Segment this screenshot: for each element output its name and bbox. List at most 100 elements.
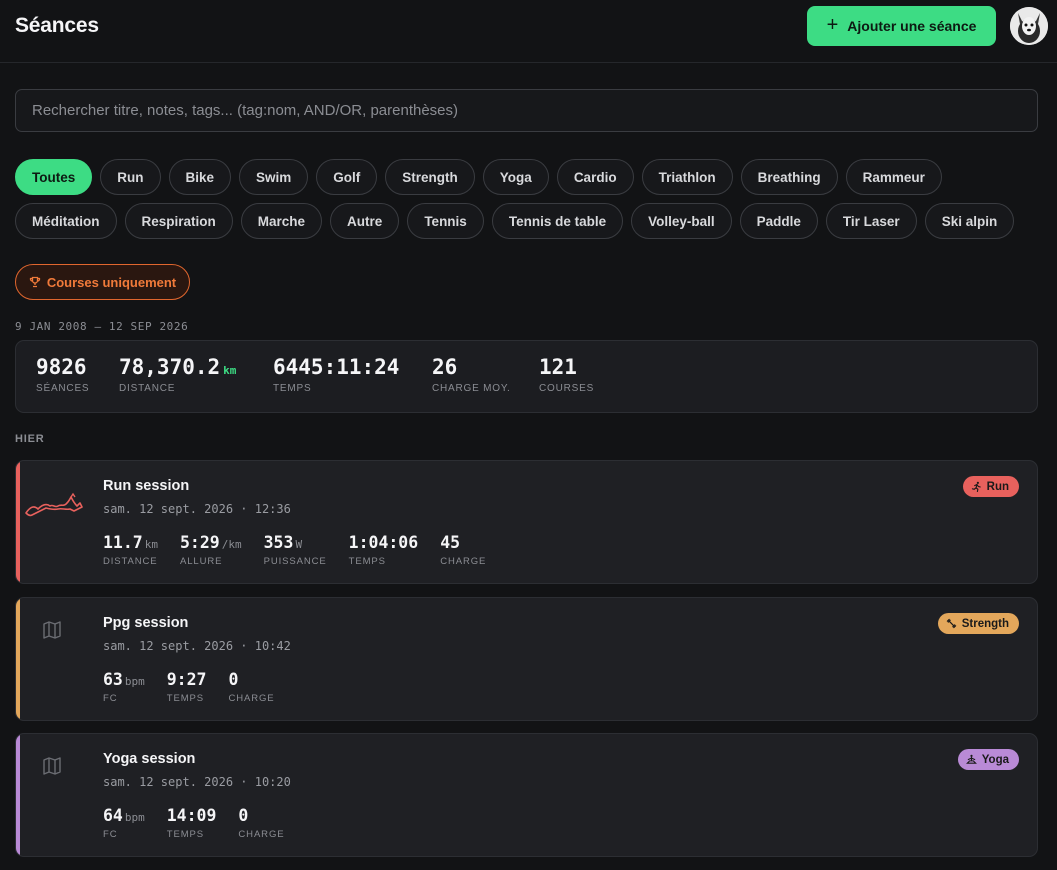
stat-load-label: CHARGE MOY.	[432, 383, 511, 394]
metric-unit: W	[295, 538, 303, 551]
plus-icon: +	[826, 14, 839, 36]
filter-chip[interactable]: Paddle	[739, 203, 818, 239]
stat-races: 121 COURSES	[539, 355, 594, 394]
metric-label: PUISSANCE	[263, 556, 327, 567]
session-card[interactable]: Yoga session sam. 12 sept. 2026 · 10:20 …	[15, 733, 1038, 857]
metric-label: FC	[103, 693, 118, 704]
stat-time-label: TEMPS	[273, 383, 312, 394]
races-only-label: Courses uniquement	[46, 274, 177, 290]
filter-chip[interactable]: Tennis de table	[491, 203, 624, 239]
filter-chip[interactable]: Yoga	[482, 159, 549, 195]
filter-chip[interactable]: Marche	[240, 203, 323, 239]
filter-chip[interactable]: Tir Laser	[825, 203, 917, 239]
add-session-button[interactable]: + Ajouter une séance	[807, 6, 996, 46]
sport-badge-label: Run	[986, 480, 1009, 493]
stat-distance: 78,370.2 km DISTANCE	[119, 355, 236, 394]
search-input[interactable]	[16, 90, 1037, 131]
sport-badge-label: Strength	[961, 617, 1009, 630]
session-card[interactable]: Ppg session sam. 12 sept. 2026 · 10:42 S…	[15, 597, 1038, 721]
filter-chip[interactable]: Volley-ball	[631, 203, 732, 239]
filter-chip[interactable]: Breathing	[740, 159, 838, 195]
filter-chip[interactable]: Toutes	[15, 159, 93, 195]
metric-load: 45 CHARGE	[440, 533, 486, 567]
session-color-stripe	[16, 734, 20, 856]
filter-chip[interactable]: Run	[100, 159, 161, 195]
sport-badge-label: Yoga	[981, 753, 1009, 766]
route-thumbnail	[25, 492, 83, 517]
metric-label: TEMPS	[348, 556, 386, 567]
page-title: Séances	[15, 14, 99, 37]
metric-unit: /km	[221, 538, 242, 551]
search-box	[15, 89, 1038, 132]
runner-icon	[971, 481, 981, 492]
session-datetime: sam. 12 sept. 2026 · 12:36	[103, 502, 291, 516]
metric-label: CHARGE	[238, 829, 285, 840]
stat-races-label: COURSES	[539, 383, 595, 394]
session-card[interactable]: Run session sam. 12 sept. 2026 · 12:36 R…	[15, 460, 1038, 584]
metric-value: 353	[263, 533, 294, 552]
page-header: Séances + Ajouter une séance	[0, 0, 1057, 63]
filter-chip[interactable]: Respiration	[124, 203, 233, 239]
filter-chip[interactable]: Swim	[239, 159, 309, 195]
dumbbell-icon	[946, 618, 956, 629]
metric-value: 9:27	[166, 670, 207, 689]
metric-unit: bpm	[124, 675, 145, 688]
metric-label: TEMPS	[166, 693, 204, 704]
sport-badge: Strength	[937, 613, 1019, 634]
metric-unit: km	[144, 538, 158, 551]
filter-chip[interactable]: Strength	[385, 159, 475, 195]
stat-sessions-value: 9826	[36, 355, 87, 379]
trophy-icon	[29, 276, 41, 288]
filter-chip[interactable]: Ski alpin	[924, 203, 1015, 239]
filter-chip[interactable]: Golf	[316, 159, 378, 195]
metric-label: DISTANCE	[103, 556, 158, 567]
stat-time-value: 6445:11:24	[273, 355, 400, 379]
session-metrics: 64 bpm FC 14:09 TEMPS 0 CHARGE	[103, 806, 306, 840]
stat-load: 26 CHARGE MOY.	[432, 355, 511, 394]
filter-chip[interactable]: Méditation	[15, 203, 117, 239]
filter-chip[interactable]: Tennis	[407, 203, 484, 239]
session-metrics: 63 bpm FC 9:27 TEMPS 0 CHARGE	[103, 670, 297, 704]
filter-chip[interactable]: Autre	[330, 203, 400, 239]
metric-value: 14:09	[166, 806, 217, 825]
date-range: 9 JAN 2008 – 12 SEP 2026	[15, 320, 189, 333]
map-icon	[43, 757, 61, 775]
metric-label: CHARGE	[440, 556, 487, 567]
map-icon	[43, 621, 61, 639]
metric-label: CHARGE	[228, 693, 275, 704]
metric-time: 9:27 TEMPS	[167, 670, 207, 704]
session-color-stripe	[16, 598, 20, 720]
avatar[interactable]	[1010, 7, 1048, 45]
session-metrics: 11.7 km DISTANCE 5:29/km ALLURE 353 W PUIS…	[103, 533, 508, 567]
filter-chip[interactable]: Bike	[168, 159, 232, 195]
metric-label: FC	[103, 829, 118, 840]
metric-distance: 11.7 km DISTANCE	[103, 533, 158, 567]
metric-value: 0	[238, 806, 249, 825]
session-title: Run session	[103, 478, 190, 494]
metric-unit: bpm	[124, 811, 145, 824]
metric-load: 0 CHARGE	[238, 806, 284, 840]
metric-value: 1:04:06	[348, 533, 419, 552]
add-session-label: Ajouter une séance	[847, 18, 977, 34]
stat-distance-label: DISTANCE	[119, 383, 176, 394]
stat-time: 6445:11:24 TEMPS	[273, 355, 399, 394]
session-title: Yoga session	[103, 751, 196, 767]
session-title: Ppg session	[103, 615, 189, 631]
stat-load-value: 26	[432, 355, 458, 379]
metric-heart-rate: 64 bpm FC	[103, 806, 145, 840]
day-group-label: HIER	[15, 433, 45, 445]
metric-power: 353 W PUISSANCE	[264, 533, 327, 567]
filter-chip[interactable]: Rammeur	[845, 159, 942, 195]
sport-filter-chips: Toutes Run Bike Swim Golf Strength Yoga Cardio T…	[15, 159, 1025, 239]
stat-races-value: 121	[539, 355, 577, 379]
filter-chip[interactable]: Cardio	[556, 159, 634, 195]
metric-value: 45	[440, 533, 461, 552]
yoga-pose-icon	[965, 754, 977, 764]
stat-distance-unit: km	[223, 364, 237, 377]
races-only-toggle[interactable]: Courses uniquement	[15, 264, 190, 300]
session-color-stripe	[16, 461, 20, 583]
filter-chip[interactable]: Triathlon	[641, 159, 733, 195]
session-datetime: sam. 12 sept. 2026 · 10:42	[103, 639, 291, 653]
metric-label: ALLURE	[180, 556, 223, 567]
session-datetime: sam. 12 sept. 2026 · 10:20	[103, 775, 291, 789]
